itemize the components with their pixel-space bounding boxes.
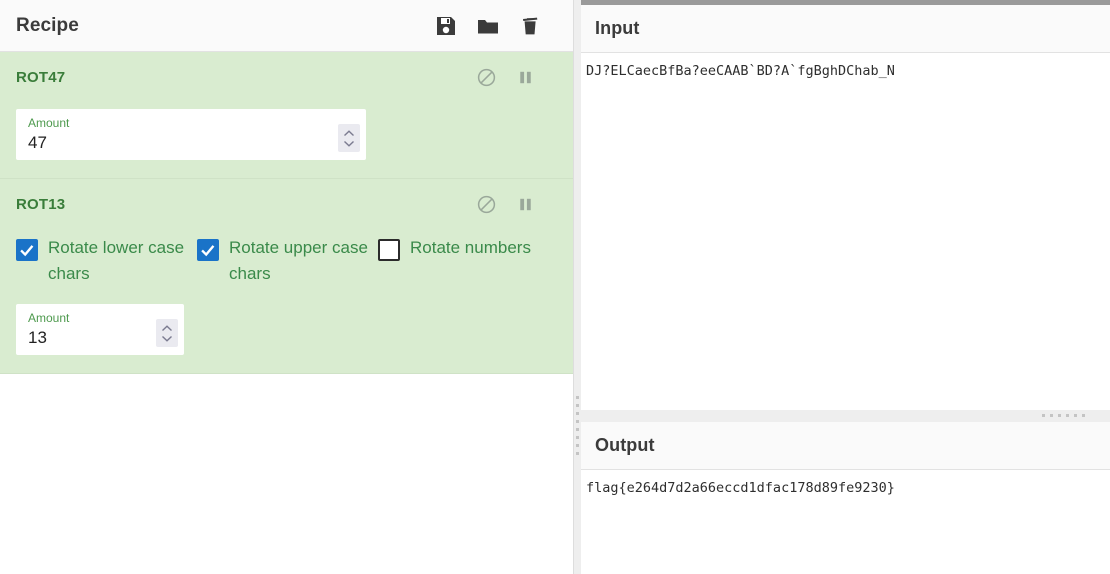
checkbox-rotate-upper-case[interactable]: Rotate upper case chars: [197, 235, 378, 287]
output-title: Output: [595, 435, 655, 455]
operation-header: ROT47: [16, 68, 557, 92]
input-title: Input: [595, 18, 640, 38]
output-body[interactable]: flag{e264d7d2a66eccd1dfac178d89fe9230}: [581, 470, 1110, 497]
operation-rot13[interactable]: ROT13 Rotate lower case chars Rotate upp…: [0, 179, 573, 374]
checkbox-label: Rotate lower case chars: [48, 238, 185, 283]
number-stepper[interactable]: [338, 124, 360, 152]
horizontal-splitter[interactable]: [581, 410, 1110, 422]
operation-rot47[interactable]: ROT47 Amount 47: [0, 52, 573, 179]
vertical-splitter[interactable]: [574, 0, 581, 574]
operation-title: ROT47: [16, 69, 66, 86]
operation-controls: [477, 68, 557, 87]
splitter-grip: [576, 396, 579, 460]
operation-header: ROT13: [16, 195, 557, 219]
checkbox-box[interactable]: [378, 239, 400, 261]
output-panel: Output flag{e264d7d2a66eccd1dfac178d89fe…: [581, 422, 1110, 574]
input-textarea[interactable]: DJ?ELCaecBfBa?eeCAAB`BD?A`fgBghDChab_N: [586, 62, 1110, 80]
amount-label: Amount: [28, 116, 70, 130]
trash-icon[interactable]: [519, 15, 541, 37]
io-pane: Input DJ?ELCaecBfBa?eeCAAB`BD?A`fgBghDCh…: [581, 0, 1110, 574]
recipe-pane: Recipe ROT47 Amount 47 ROT13 Rotate lowe…: [0, 0, 574, 574]
input-title-bar: Input: [581, 5, 1110, 53]
input-body[interactable]: DJ?ELCaecBfBa?eeCAAB`BD?A`fgBghDChab_N: [581, 53, 1110, 80]
pause-icon[interactable]: [516, 68, 535, 87]
checkbox-box[interactable]: [16, 239, 38, 261]
recipe-title: Recipe: [16, 14, 79, 36]
input-panel: Input DJ?ELCaecBfBa?eeCAAB`BD?A`fgBghDCh…: [581, 5, 1110, 410]
splitter-grip: [1042, 414, 1088, 417]
disable-icon[interactable]: [477, 68, 496, 87]
disable-icon[interactable]: [477, 195, 496, 214]
cyberchef-app: Recipe ROT47 Amount 47 ROT13 Rotate lowe…: [0, 0, 1110, 574]
folder-icon[interactable]: [477, 15, 499, 37]
checkbox-label: Rotate upper case chars: [229, 238, 368, 283]
recipe-drop-area[interactable]: [0, 374, 573, 559]
checkbox-rotate-numbers[interactable]: Rotate numbers: [378, 235, 557, 261]
checkbox-rotate-lower-case[interactable]: Rotate lower case chars: [16, 235, 197, 287]
output-title-bar: Output: [581, 422, 1110, 470]
amount-label: Amount: [28, 311, 70, 325]
amount-value: 13: [28, 328, 47, 347]
checkbox-group: Rotate lower case chars Rotate upper cas…: [16, 235, 557, 287]
number-stepper[interactable]: [156, 319, 178, 347]
operation-controls: [477, 195, 557, 214]
recipe-title-bar: Recipe: [0, 0, 573, 52]
output-text[interactable]: flag{e264d7d2a66eccd1dfac178d89fe9230}: [586, 479, 1110, 497]
checkbox-box[interactable]: [197, 239, 219, 261]
amount-input-rot13[interactable]: Amount 13: [16, 304, 184, 355]
operation-title: ROT13: [16, 196, 66, 213]
checkbox-label: Rotate numbers: [410, 238, 531, 257]
amount-value: 47: [28, 133, 47, 152]
amount-input-rot47[interactable]: Amount 47: [16, 109, 366, 160]
recipe-toolbar: [435, 15, 559, 37]
pause-icon[interactable]: [516, 195, 535, 214]
save-icon[interactable]: [435, 15, 457, 37]
recipe-operation-list: ROT47 Amount 47 ROT13 Rotate lower case …: [0, 52, 573, 374]
